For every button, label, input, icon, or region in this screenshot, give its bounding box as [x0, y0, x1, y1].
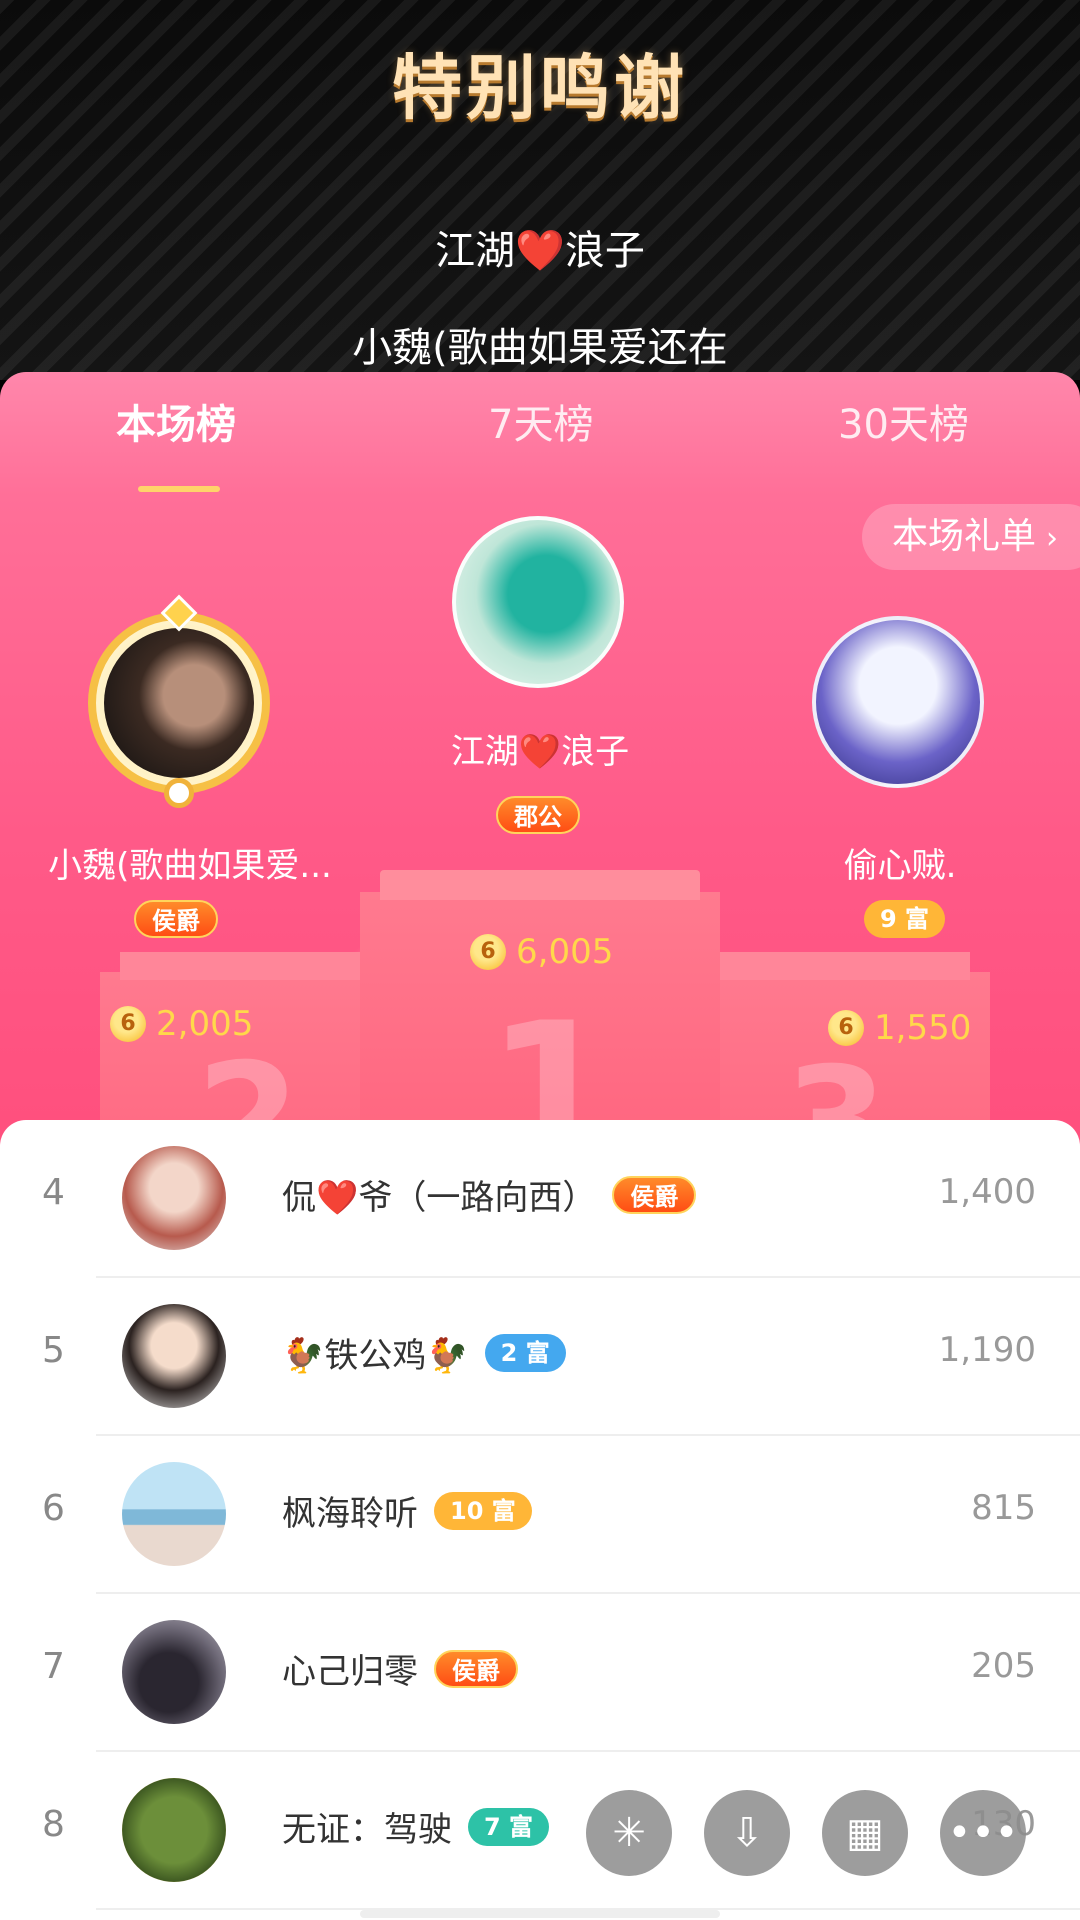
rank-number: 6	[42, 1488, 65, 1529]
noble-badge: 侯爵	[134, 900, 218, 938]
share-icon[interactable]: ✳	[586, 1790, 672, 1876]
second-place-name: 小魏(歌曲如果爱...	[48, 846, 332, 886]
avatar[interactable]	[122, 1146, 226, 1250]
user-name-wrap: 无证：驾驶 7 富	[282, 1802, 550, 1851]
banner-thanks-line-1: 江湖❤️浪子	[435, 228, 645, 274]
user-name-wrap: 枫海聆听 10 富	[282, 1486, 532, 1535]
user-name: 侃❤️爷（一路向西）	[282, 1178, 597, 1218]
third-place-coins: 6 1,550	[828, 1008, 971, 1048]
rank-number: 4	[42, 1172, 65, 1213]
wealth-badge: 9 富	[864, 900, 946, 938]
user-name: 心己归零	[282, 1652, 418, 1692]
user-name-wrap: 🐓铁公鸡🐓 2 富	[282, 1328, 566, 1377]
first-place-coins: 6 6,005	[470, 932, 613, 972]
ranking-list: 4 侃❤️爷（一路向西） 侯爵 1,400 5 🐓铁公鸡🐓 2 富 1,190 …	[0, 1120, 1080, 1920]
coin-icon: 6	[470, 934, 506, 970]
home-indicator	[360, 1910, 720, 1918]
list-item[interactable]: 5 🐓铁公鸡🐓 2 富 1,190	[0, 1278, 1080, 1436]
active-tab-indicator	[138, 486, 220, 492]
frame-pearl-icon	[164, 778, 194, 808]
noble-badge: 侯爵	[434, 1649, 518, 1688]
more-icon[interactable]: •••	[940, 1790, 1026, 1876]
coin-icon: 6	[828, 1010, 864, 1046]
contribution-value: 205	[971, 1646, 1036, 1686]
chevron-right-icon: ›	[1046, 521, 1058, 556]
second-place-coins: 6 2,005	[110, 1004, 253, 1044]
tab-7-days[interactable]: 7天榜	[488, 392, 593, 450]
wealth-badge: 10 富	[434, 1491, 532, 1530]
gift-list-label: 本场礼单	[891, 516, 1036, 557]
avatar[interactable]	[122, 1778, 226, 1882]
user-name: 枫海聆听	[282, 1494, 418, 1534]
list-item[interactable]: 8 无证：驾驶 7 富 130	[0, 1752, 1080, 1910]
user-name: 无证：驾驶	[282, 1810, 452, 1850]
wealth-badge: 2 富	[484, 1333, 566, 1372]
list-item[interactable]: 7 心己归零 侯爵 205	[0, 1594, 1080, 1752]
podium-second-top	[120, 952, 360, 980]
tab-30-days[interactable]: 30天榜	[838, 392, 969, 450]
noble-badge: 侯爵	[612, 1175, 697, 1214]
avatar-second-place[interactable]	[104, 628, 254, 778]
contribution-value: 1,190	[938, 1330, 1036, 1370]
list-item[interactable]: 6 枫海聆听 10 富 815	[0, 1436, 1080, 1594]
avatar-first-place[interactable]	[452, 516, 624, 688]
banner-thanks-line-2: 小魏(歌曲如果爱还在	[352, 325, 728, 371]
tab-this-session[interactable]: 本场榜	[116, 392, 236, 450]
user-name: 🐓铁公鸡🐓	[282, 1336, 469, 1376]
download-icon[interactable]: ⇩	[704, 1790, 790, 1876]
coin-value: 6,005	[516, 932, 614, 972]
banner-title: 特别鸣谢	[392, 47, 688, 129]
list-item[interactable]: 4 侃❤️爷（一路向西） 侯爵 1,400	[0, 1120, 1080, 1278]
gift-list-button[interactable]: 本场礼单 ›	[861, 504, 1080, 570]
grid-icon[interactable]: ▦	[822, 1790, 908, 1876]
avatar[interactable]	[122, 1304, 226, 1408]
contribution-value: 1,400	[938, 1172, 1036, 1212]
avatar[interactable]	[122, 1462, 226, 1566]
rank-number: 5	[42, 1330, 65, 1371]
third-place-name: 偷心贼.	[843, 846, 957, 886]
rank-number: 7	[42, 1646, 65, 1687]
avatar[interactable]	[122, 1620, 226, 1724]
ranking-tabs: 本场榜 7天榜 30天榜	[0, 392, 1080, 492]
coin-value: 1,550	[874, 1008, 972, 1048]
top-banner: 特别鸣谢 江湖❤️浪子 小魏(歌曲如果爱还在	[0, 0, 1080, 380]
contribution-value: 815	[971, 1488, 1036, 1528]
noble-badge: 郡公	[496, 796, 580, 834]
rank-number: 8	[42, 1804, 65, 1845]
wealth-badge: 7 富	[468, 1807, 550, 1846]
podium-first-top	[380, 870, 700, 900]
avatar-third-place[interactable]	[812, 616, 984, 788]
coin-icon: 6	[110, 1006, 146, 1042]
first-place-name: 江湖❤️浪子	[450, 732, 630, 772]
coin-value: 2,005	[156, 1004, 254, 1044]
user-name-wrap: 侃❤️爷（一路向西） 侯爵	[282, 1170, 697, 1219]
user-name-wrap: 心己归零 侯爵	[282, 1644, 518, 1693]
podium-third-top	[720, 952, 970, 980]
